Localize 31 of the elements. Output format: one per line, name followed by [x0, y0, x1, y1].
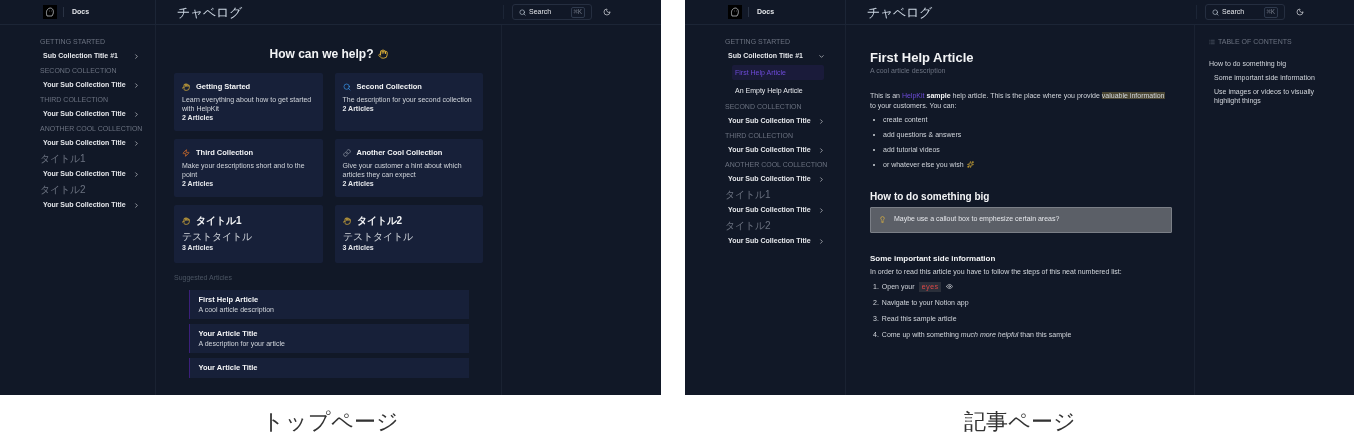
lightbulb-icon	[879, 216, 886, 223]
screenshot-caption: トップページ	[262, 409, 399, 435]
waving-hand-icon	[182, 82, 190, 91]
moon-icon[interactable]	[603, 8, 611, 16]
collection-label: タイトル2	[40, 184, 87, 195]
list-icon	[1209, 39, 1215, 46]
collection-label: タイトル2	[725, 220, 772, 231]
waving-hand-icon	[342, 216, 351, 225]
collection-label: タイトル1	[40, 153, 87, 164]
collection-label: タイトル1	[725, 189, 772, 200]
search-icon	[519, 8, 526, 16]
logo-icon[interactable]	[728, 5, 742, 19]
magnifier-icon	[342, 82, 351, 91]
screenshot-caption: 記事ページ	[963, 409, 1076, 435]
collection-description: テストタイトル	[342, 231, 414, 243]
search-icon	[1212, 8, 1219, 16]
page-heading: How can we help?	[269, 46, 374, 63]
section-heading: How to do something big	[870, 189, 991, 204]
article-heading: First Help Article	[870, 50, 975, 66]
collection-title: タイトル2	[356, 214, 403, 228]
nav-link[interactable]: チャベログ	[867, 4, 932, 20]
waving-hand-icon	[182, 216, 190, 225]
link-icon	[342, 148, 351, 157]
moon-icon[interactable]	[1296, 8, 1304, 16]
collection-description: テストタイトル	[182, 231, 253, 243]
waving-hand-icon	[377, 49, 388, 59]
nav-link[interactable]: チャベログ	[177, 4, 242, 20]
collection-title: タイトル1	[196, 214, 242, 228]
logo-icon[interactable]	[43, 5, 57, 19]
lightning-icon	[182, 148, 190, 157]
subsection-heading: Some important side information	[870, 252, 997, 265]
